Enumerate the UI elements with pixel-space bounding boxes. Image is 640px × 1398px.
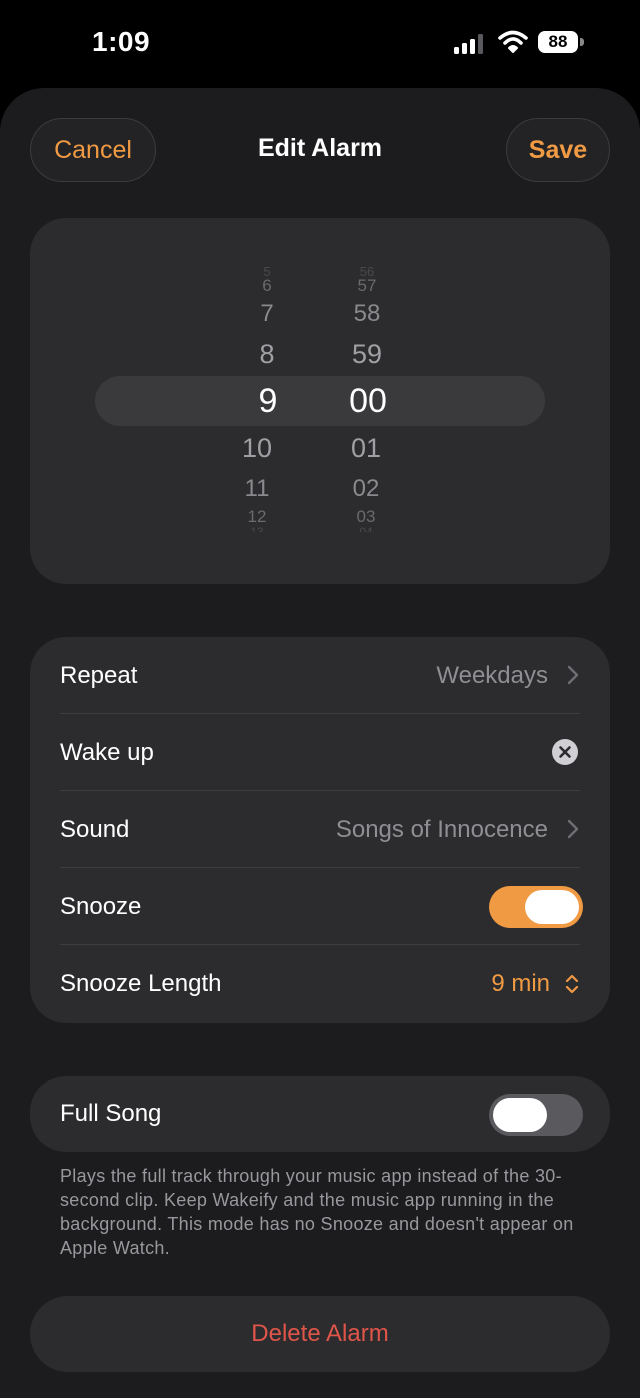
hour-selected[interactable]: 9 bbox=[228, 380, 308, 422]
repeat-label: Repeat bbox=[60, 662, 138, 689]
snooze-length-value[interactable]: 9 min bbox=[491, 945, 550, 1022]
snooze-label: Snooze bbox=[60, 893, 142, 920]
minute-option[interactable]: 03 bbox=[326, 507, 406, 527]
wifi-icon bbox=[498, 30, 528, 53]
hour-option[interactable]: 10 bbox=[217, 432, 297, 464]
hour-option[interactable]: 11 bbox=[217, 475, 297, 503]
snooze-length-row[interactable]: Snooze Length 9 min bbox=[30, 945, 610, 1022]
cellular-signal-icon bbox=[454, 34, 483, 54]
chevron-right-icon bbox=[567, 819, 579, 839]
snooze-toggle[interactable] bbox=[489, 886, 583, 928]
delete-alarm-button[interactable]: Delete Alarm bbox=[30, 1296, 610, 1372]
full-song-row: Full Song bbox=[30, 1076, 610, 1152]
sound-value: Songs of Innocence bbox=[335, 816, 548, 843]
minute-option[interactable]: 01 bbox=[326, 432, 406, 464]
time-picker[interactable]: 5 6 7 8 9 10 11 12 13 56 57 58 59 00 01 … bbox=[30, 218, 610, 584]
full-song-label: Full Song bbox=[60, 1100, 162, 1127]
sound-label: Sound bbox=[60, 816, 130, 843]
alarm-settings-group: Repeat Weekdays Wake up Sound Songs of I… bbox=[30, 637, 610, 1023]
chevron-right-icon bbox=[567, 665, 579, 685]
battery-icon: 88 bbox=[538, 31, 584, 55]
sound-row[interactable]: Sound Songs of Innocence bbox=[30, 791, 610, 868]
clear-text-button[interactable] bbox=[552, 739, 578, 765]
snooze-row: Snooze bbox=[30, 868, 610, 945]
save-button[interactable]: Save bbox=[506, 118, 610, 182]
minute-selected[interactable]: 00 bbox=[328, 380, 408, 422]
alarm-label-input[interactable]: Wake up bbox=[60, 714, 154, 791]
minute-option[interactable]: 58 bbox=[327, 299, 407, 329]
picker-selection-highlight bbox=[95, 376, 545, 426]
full-song-footnote: Plays the full track through your music … bbox=[60, 1166, 574, 1258]
minute-option[interactable]: 59 bbox=[327, 338, 407, 370]
minute-option[interactable]: 57 bbox=[327, 276, 407, 296]
hour-option[interactable]: 7 bbox=[227, 299, 307, 329]
full-song-group: Full Song bbox=[30, 1076, 610, 1152]
battery-level: 88 bbox=[538, 31, 578, 53]
hour-option[interactable]: 13 bbox=[217, 526, 297, 532]
hour-option[interactable]: 8 bbox=[227, 338, 307, 370]
chevron-up-down-icon bbox=[565, 974, 579, 994]
full-song-toggle[interactable] bbox=[489, 1094, 583, 1136]
status-time: 1:09 bbox=[92, 26, 151, 57]
repeat-row[interactable]: Repeat Weekdays bbox=[30, 637, 610, 714]
close-icon bbox=[559, 746, 571, 758]
repeat-value: Weekdays bbox=[436, 662, 548, 689]
snooze-length-label: Snooze Length bbox=[60, 970, 222, 997]
hour-option[interactable]: 6 bbox=[227, 276, 307, 296]
minute-option[interactable]: 02 bbox=[326, 475, 406, 503]
label-row[interactable]: Wake up bbox=[30, 714, 610, 791]
status-bar: 1:09 88 bbox=[0, 0, 640, 88]
minute-option[interactable]: 04 bbox=[326, 526, 406, 532]
hour-option[interactable]: 12 bbox=[217, 507, 297, 527]
